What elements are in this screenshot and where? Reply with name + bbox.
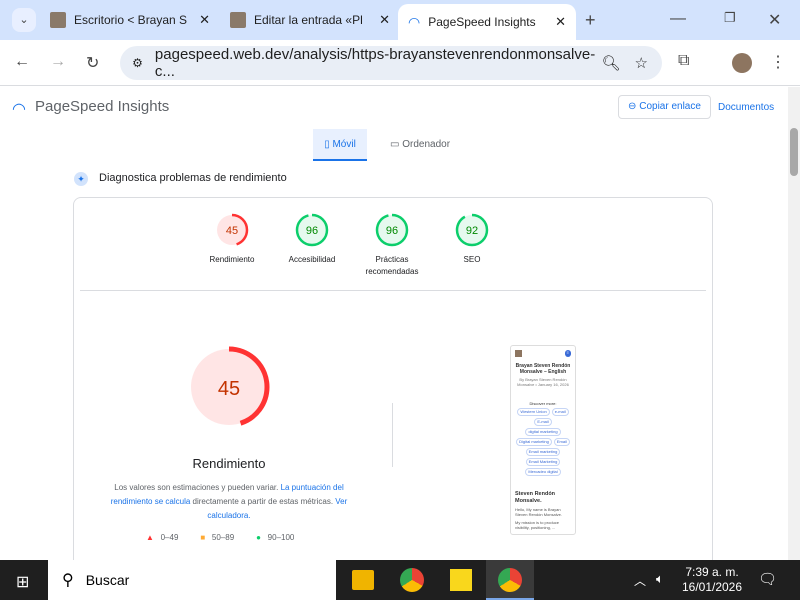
section-title: Diagnostica problemas de rendimiento [99, 172, 287, 184]
link-icon: ⊖ [628, 101, 640, 112]
score-gauge-1[interactable]: 96 Accesibilidad [272, 212, 352, 266]
tab-escritorio[interactable]: Escritorio < Brayan S ✕ [40, 6, 220, 34]
sticky-notes-icon[interactable] [450, 569, 472, 591]
zoom-icon[interactable]: 🔍︎ [602, 54, 621, 72]
gauge-ring: 96 [375, 213, 409, 247]
screenshot-title: Brayan Steven Rendón Monsalve – English [515, 363, 571, 375]
score-gauge-0[interactable]: 45 Rendimiento [192, 212, 272, 266]
score-note: Los valores son estimaciones y pueden va… [110, 483, 348, 520]
taskbar-search[interactable]: ⚲ Buscar [48, 560, 336, 600]
page-content: ◠ PageSpeed Insights ⊖ Copiar enlace Doc… [0, 87, 788, 560]
main-score-value: 45 [218, 378, 240, 400]
gauge-label: Accesibilidad [288, 255, 336, 264]
tab-mobile[interactable]: ▯ Móvil [313, 129, 367, 161]
close-icon[interactable]: ✕ [199, 12, 210, 28]
volume-icon[interactable]: 🔈︎ [656, 571, 664, 587]
close-icon[interactable]: ✕ [379, 12, 390, 28]
search-icon: ⚲ [62, 572, 74, 589]
gauge-value: 96 [306, 225, 318, 237]
page-screenshot: ≡ Brayan Steven Rendón Monsalve – Englis… [510, 345, 576, 535]
score-gauge-3[interactable]: 92 SEO [432, 212, 512, 266]
minimize-icon[interactable]: — [670, 10, 686, 28]
legend-average: ■ 50–89 [200, 533, 235, 542]
score-gauge-2[interactable]: 96 Prácticas recomendadas [352, 212, 432, 278]
triangle-icon: ▲ [146, 533, 154, 542]
screenshot-heading: Steven Rendón Monsalve. [515, 491, 556, 504]
main-score-label: Rendimiento [192, 456, 266, 471]
close-window-icon[interactable]: ✕ [768, 10, 781, 30]
score-legend: ▲ 0–49 ■ 50–89 ● 90–100 [146, 533, 294, 542]
tab-bar: ⌄ Escritorio < Brayan S ✕ Editar la entra… [0, 0, 800, 40]
chrome-icon[interactable] [400, 568, 424, 592]
gauge-ring: 96 [295, 213, 329, 247]
gauge-value: 96 [386, 225, 398, 237]
legend-pass: ● 90–100 [256, 533, 295, 542]
site-info-icon[interactable]: ⚙ [120, 56, 155, 70]
extensions-icon[interactable]: ⧉ [678, 52, 689, 70]
restore-icon[interactable]: ❐ [724, 10, 736, 26]
clock[interactable]: 7:39 a. m. 16/01/2026 [680, 565, 744, 595]
gauge-ring: 45 [215, 213, 249, 247]
gauge-value: 92 [466, 225, 478, 237]
screenshot-paragraph-1: Hello, My name is Brayan Steven Rendón M… [515, 507, 562, 517]
divider [80, 290, 706, 291]
gauge-label: Rendimiento [209, 255, 255, 264]
address-bar[interactable]: ⚙ pagespeed.web.dev/analysis/https-braya… [120, 46, 662, 80]
close-icon[interactable]: ✕ [555, 14, 566, 30]
favicon-icon [50, 12, 66, 28]
tray-chevron-icon[interactable]: ︿ [634, 572, 646, 589]
gauge-label: Prácticas recomendadas [365, 255, 419, 276]
bookmark-star-icon[interactable]: ☆ [635, 54, 648, 72]
app-title: PageSpeed Insights [35, 98, 170, 115]
new-tab-icon[interactable]: + [585, 10, 596, 31]
menu-icon[interactable]: ⋮ [770, 52, 786, 72]
legend-fail: ▲ 0–49 [146, 533, 179, 542]
scrollbar-thumb[interactable] [790, 128, 798, 176]
main-gauge: 45 [184, 342, 274, 437]
report-card: 45 Rendimiento 96 Accesibilidad 96 Prácticas … [73, 197, 713, 560]
circle-icon: ● [256, 533, 261, 542]
avatar[interactable] [732, 53, 752, 73]
reload-icon[interactable]: ↻ [86, 53, 99, 73]
browser-toolbar: ← → ↻ ⚙ pagespeed.web.dev/analysis/https… [0, 40, 800, 86]
screenshot-paragraph-2: My mission is to produce visibility, pos… [515, 520, 560, 530]
tab-desktop[interactable]: ▭ Ordenador [390, 129, 450, 161]
forward-icon[interactable]: → [50, 53, 66, 71]
docs-link[interactable]: Documentos [718, 102, 774, 113]
back-icon[interactable]: ← [14, 53, 30, 71]
tab-editar[interactable]: Editar la entrada «Pl ✕ [220, 6, 400, 34]
notifications-icon[interactable]: 🗨︎ [758, 570, 777, 588]
tab-search-button[interactable]: ⌄ [12, 8, 36, 32]
chrome-active-icon[interactable] [486, 560, 534, 600]
favicon-icon [230, 12, 246, 28]
divider [392, 403, 393, 467]
gauge-value: 45 [226, 225, 238, 237]
square-icon: ■ [200, 533, 206, 542]
windows-start-icon[interactable]: ⊞ [16, 572, 29, 592]
pagespeed-logo-icon: ◠ [12, 101, 26, 118]
pagespeed-logo-icon: ◠ [408, 13, 421, 30]
screenshot-byline: By Brayan Steven Rendón Monsalve • Janua… [517, 377, 569, 387]
chip-list: Discover more: Western Union e-mailE-mail… [515, 401, 571, 477]
file-explorer-icon[interactable] [352, 570, 374, 590]
tab-pagespeed[interactable]: ◠ PageSpeed Insights ✕ [398, 4, 576, 40]
site-logo [515, 350, 522, 357]
taskbar: ⊞ ⚲ Buscar ︿ 🔈︎ 7:39 a. m. 16/01/2026 🗨︎ [0, 560, 800, 600]
diagnose-icon: ✦ [74, 172, 88, 186]
gauge-label: SEO [463, 255, 481, 264]
gauge-ring: 92 [455, 213, 489, 247]
laptop-icon: ▭ [390, 139, 403, 150]
copy-link-button[interactable]: ⊖ Copiar enlace [618, 95, 711, 119]
